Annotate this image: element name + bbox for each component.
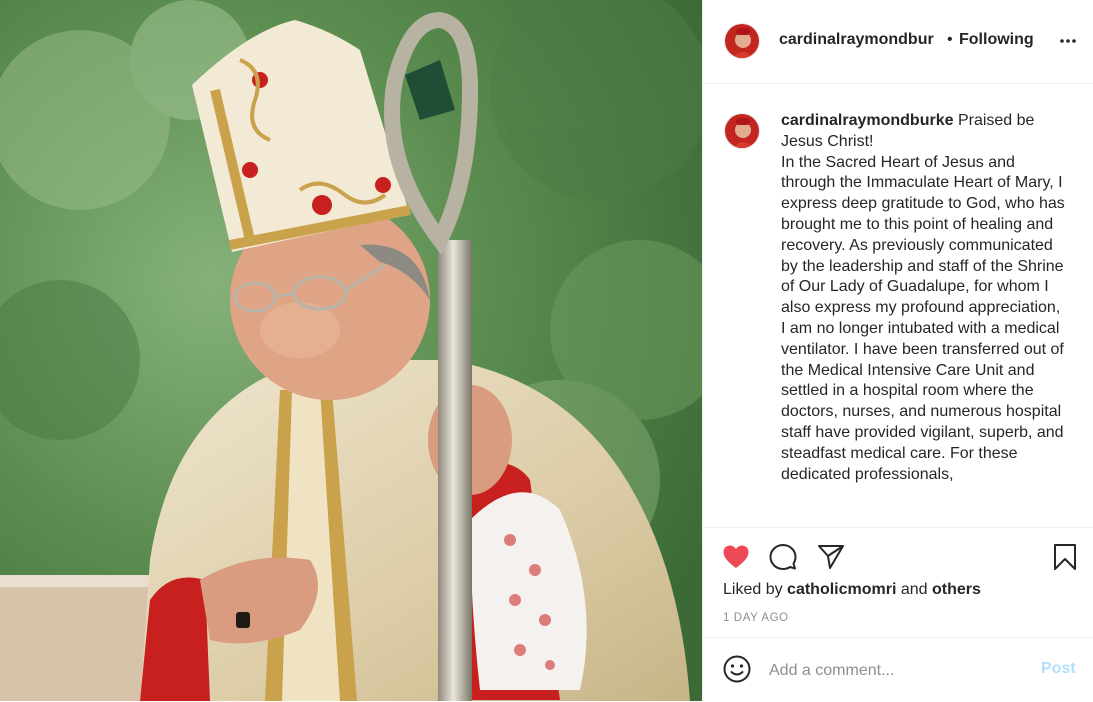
likes-summary: Liked by catholicmomri and others: [723, 581, 981, 599]
avatar-image: [725, 24, 759, 58]
post-detail-panel: cardinalraymondbur • Following cardinalr…: [702, 0, 1093, 701]
comment-icon[interactable]: [769, 543, 797, 571]
comment-bar: Post: [703, 637, 1093, 702]
post-actions: Liked by catholicmomri and others 1 DAY …: [703, 527, 1093, 701]
more-horizontal-icon[interactable]: [1059, 33, 1077, 49]
share-icon[interactable]: [817, 543, 845, 571]
post-photo[interactable]: [0, 0, 702, 701]
post-header: cardinalraymondbur • Following: [703, 0, 1093, 84]
post-timestamp[interactable]: 1 DAY AGO: [723, 612, 789, 624]
cardinal-photo-illustration: [0, 0, 702, 701]
header-separator: •: [947, 31, 953, 48]
caption-body: Praised be Jesus Christ! In the Sacred He…: [781, 112, 1065, 483]
author-avatar[interactable]: [724, 23, 760, 59]
emoji-icon[interactable]: [723, 655, 751, 683]
caption-text: cardinalraymondburke Praised be Jesus Ch…: [781, 111, 1066, 485]
comment-input[interactable]: [769, 660, 1009, 682]
avatar-image: [725, 114, 759, 148]
caption-username[interactable]: cardinalraymondburke: [781, 112, 954, 129]
liked-prefix: Liked by: [723, 581, 783, 598]
caption-avatar[interactable]: [724, 113, 760, 149]
caption-area: cardinalraymondburke Praised be Jesus Ch…: [703, 85, 1093, 527]
heart-icon[interactable]: [722, 543, 750, 571]
liked-and: and: [900, 581, 928, 598]
liked-others-link[interactable]: others: [932, 581, 981, 598]
following-button[interactable]: Following: [959, 31, 1034, 49]
bookmark-icon[interactable]: [1051, 543, 1079, 571]
liked-user-link[interactable]: catholicmomri: [787, 581, 896, 598]
post-comment-button[interactable]: Post: [1041, 660, 1076, 678]
author-username[interactable]: cardinalraymondbur: [779, 31, 934, 49]
